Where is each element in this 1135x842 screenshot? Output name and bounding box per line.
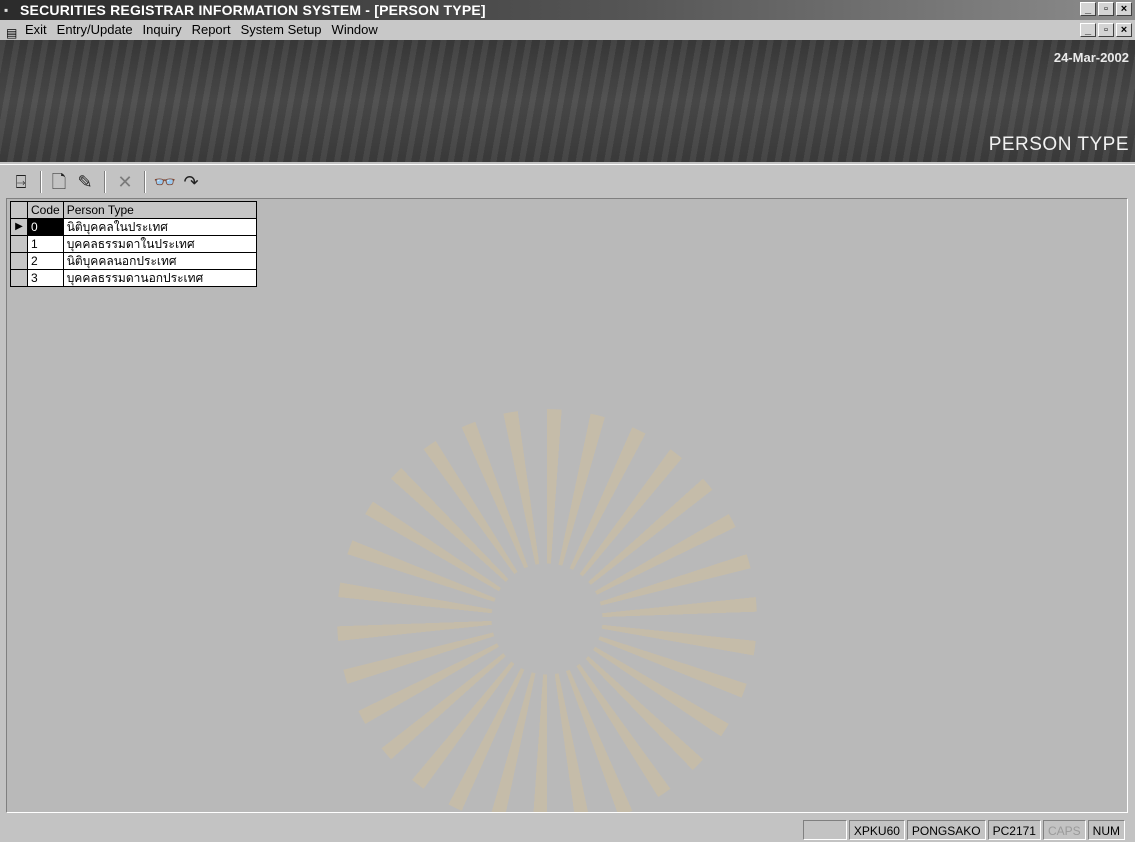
status-bar: XPKU60 PONGSAKO PC2171 CAPS NUM	[0, 818, 1135, 842]
screen-title: PERSON TYPE	[988, 134, 1129, 155]
header-banner: 24-Mar-2002 PERSON TYPE	[0, 40, 1135, 162]
new-document-icon[interactable]: 🗋	[46, 170, 72, 194]
status-server: XPKU60	[848, 820, 905, 840]
toolbar: ⍈ 🗋 ✎ ✕ 👓 ↷	[0, 164, 1135, 198]
cell-code[interactable]: 0	[27, 218, 64, 236]
row-selector[interactable]	[10, 269, 28, 287]
university-watermark	[337, 409, 757, 812]
content-area: Code Person Type ▶ 0 นิติบุคคลในประเทศ 1…	[6, 198, 1128, 813]
cell-code[interactable]: 3	[27, 269, 64, 287]
child-minimize-button[interactable]: _	[1080, 23, 1096, 37]
column-header-person-type[interactable]: Person Type	[62, 201, 257, 219]
cell-person-type[interactable]: บุคคลธรรมดาในประเทศ	[62, 235, 257, 253]
child-close-button[interactable]: ×	[1116, 23, 1132, 37]
delete-x-icon[interactable]: ✕	[112, 170, 138, 194]
window-title: SECURITIES REGISTRAR INFORMATION SYSTEM …	[20, 2, 486, 18]
column-header-code[interactable]: Code	[27, 201, 64, 219]
toolbar-separator	[40, 171, 42, 193]
exit-door-icon[interactable]: ⍈	[8, 170, 34, 194]
current-date: 24-Mar-2002	[1053, 50, 1129, 65]
child-window-controls: _ ▫ ×	[1080, 23, 1132, 37]
cell-code[interactable]: 2	[27, 252, 64, 270]
menu-inquiry[interactable]: Inquiry	[143, 20, 182, 40]
menu-window[interactable]: Window	[332, 20, 378, 40]
application-window: ▪ SECURITIES REGISTRAR INFORMATION SYSTE…	[0, 0, 1135, 842]
table-row[interactable]: 3 บุคคลธรรมดานอกประเทศ	[10, 269, 257, 287]
minimize-button[interactable]: _	[1080, 2, 1096, 16]
table-row[interactable]: ▶ 0 นิติบุคคลในประเทศ	[10, 218, 257, 236]
cell-code[interactable]: 1	[27, 235, 64, 253]
restore-button[interactable]: ▫	[1098, 2, 1114, 16]
row-selector-header	[10, 201, 28, 219]
person-type-grid[interactable]: Code Person Type ▶ 0 นิติบุคคลในประเทศ 1…	[10, 201, 257, 287]
app-system-icon[interactable]: ▪	[4, 3, 18, 17]
table-row[interactable]: 1 บุคคลธรรมดาในประเทศ	[10, 235, 257, 253]
child-restore-button[interactable]: ▫	[1098, 23, 1114, 37]
menu-entry-update[interactable]: Entry/Update	[57, 20, 133, 40]
cell-person-type[interactable]: บุคคลธรรมดานอกประเทศ	[62, 269, 257, 287]
row-selector[interactable]	[10, 252, 28, 270]
status-caps-lock: CAPS	[1042, 820, 1086, 840]
row-selector[interactable]	[10, 235, 28, 253]
find-binoculars-icon[interactable]: 👓	[152, 170, 178, 194]
cell-person-type[interactable]: นิติบุคคลนอกประเทศ	[62, 252, 257, 270]
menu-exit[interactable]: Exit	[25, 20, 47, 40]
status-user: PONGSAKO	[906, 820, 986, 840]
grid-header-row: Code Person Type	[10, 201, 257, 219]
menu-bar: ▤ Exit Entry/Update Inquiry Report Syste…	[0, 20, 1135, 40]
title-bar[interactable]: ▪ SECURITIES REGISTRAR INFORMATION SYSTE…	[0, 0, 1135, 20]
window-controls: _ ▫ ×	[1080, 2, 1132, 16]
status-panel-blank	[802, 820, 847, 840]
menu-report[interactable]: Report	[192, 20, 231, 40]
menu-system-setup[interactable]: System Setup	[241, 20, 322, 40]
status-num-lock: NUM	[1087, 820, 1125, 840]
redo-arrow-icon[interactable]: ↷	[178, 170, 204, 194]
current-row-indicator[interactable]: ▶	[10, 218, 28, 236]
edit-pencil-icon[interactable]: ✎	[72, 170, 98, 194]
status-workstation: PC2171	[987, 820, 1041, 840]
banner-texture	[0, 40, 1135, 162]
table-row[interactable]: 2 นิติบุคคลนอกประเทศ	[10, 252, 257, 270]
cell-person-type[interactable]: นิติบุคคลในประเทศ	[62, 218, 257, 236]
toolbar-separator	[144, 171, 146, 193]
toolbar-separator	[104, 171, 106, 193]
close-button[interactable]: ×	[1116, 2, 1132, 16]
